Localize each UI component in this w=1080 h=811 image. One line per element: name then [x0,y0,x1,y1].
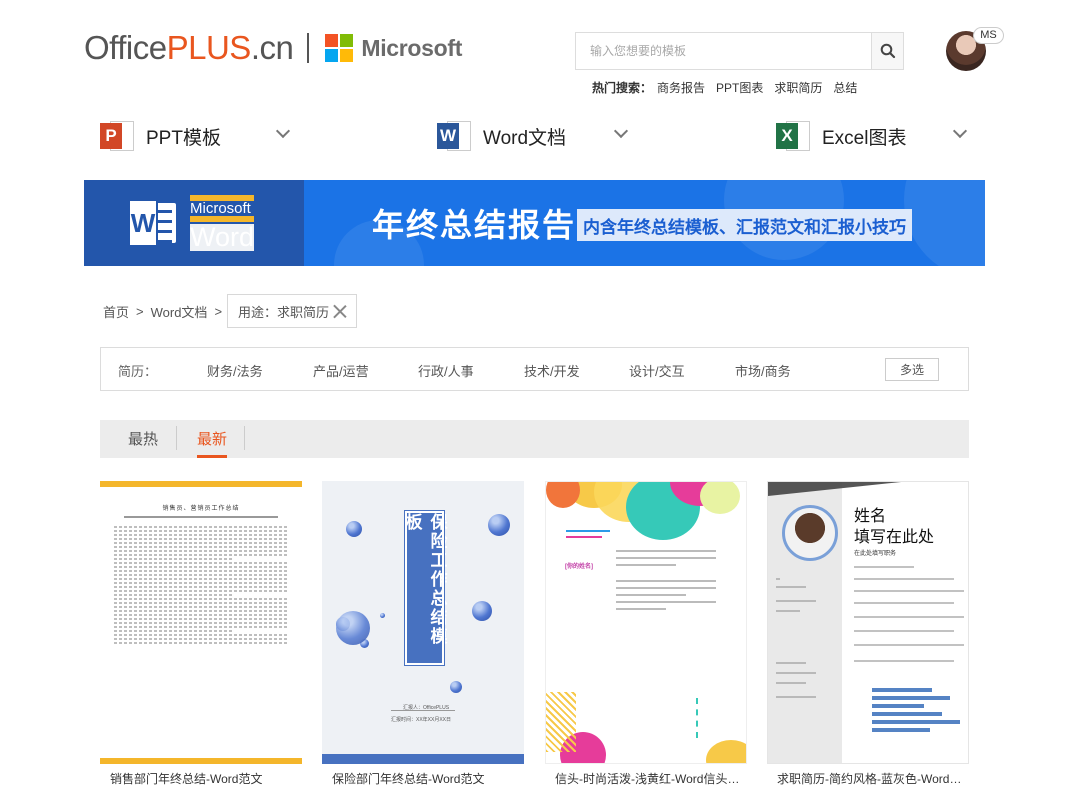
active-filter-tag: 用途：求职简历 [227,294,357,328]
hot-search-link[interactable]: 商务报告 [657,79,705,96]
filter-option[interactable]: 设计/交互 [629,361,685,380]
category-ppt[interactable]: P PPT模板 [100,118,221,154]
banner-subtitle: 内含年终总结模板、汇报范文和汇报小技巧 [577,209,912,241]
thumbnail-photo [782,505,838,561]
banner-microsoft-text: Microsoft [190,195,255,222]
chevron-down-icon[interactable] [952,123,968,139]
thumbnail-heading: 销售员、营销员工作总结 [162,506,240,512]
banner-title: 年终总结报告 [372,207,577,243]
template-title[interactable]: 销售部门年终总结-Word范文 [100,770,302,787]
search-icon [880,43,895,59]
search-input[interactable] [576,33,871,69]
logo-microsoft-text: Microsoft [361,34,463,61]
template-thumbnail[interactable]: [你的姓名] [545,481,747,764]
thumbnail-date: 汇报时间：XX年XX月XX日 [391,717,452,723]
thumbnail-subtitle: 在此处填写职务 [854,551,897,557]
close-icon[interactable] [333,304,347,318]
category-nav: P PPT模板 W Word文档 X Excel图表 [0,110,1080,162]
category-label: PPT模板 [146,127,221,149]
tab-divider [176,426,177,450]
hot-search-label: 热门搜索： [592,81,653,95]
category-label: Word文档 [483,127,567,149]
excel-icon: X [776,119,810,153]
thumbnail-name: 姓名 填写在此处 [854,508,935,546]
banner-word-brand: W Microsoft Word [84,180,304,266]
tab-new[interactable]: 最新 [197,428,227,449]
template-card[interactable]: 销售员、营销员工作总结 销售部门年终总结-Word范文 [100,481,302,787]
banner-word-text: Word [190,222,255,252]
hot-search-link[interactable]: 总结 [833,79,857,96]
template-thumbnail[interactable]: 姓名 填写在此处 在此处填写职务 [767,481,969,764]
active-filter-label: 用途：求职简历 [238,304,330,320]
thumbnail-name: [你的姓名] [565,564,593,570]
template-title[interactable]: 保险部门年终总结-Word范文 [322,770,524,787]
filter-option[interactable]: 产品/运营 [313,361,369,380]
hot-search-link[interactable]: PPT图表 [716,79,763,96]
breadcrumb-separator: > [136,303,144,319]
logo-cn-text: .cn [250,29,294,66]
category-label: Excel图表 [822,127,907,149]
thumbnail-reporter: 汇报人：OfficePLUS [403,705,450,711]
account-badge[interactable]: MS [973,27,1004,44]
logo-divider [307,33,310,63]
template-thumbnail[interactable]: 保险工作总结模板 汇报人：OfficePLUS 汇报时间：XX年XX月XX日 [322,481,524,764]
chevron-down-icon[interactable] [613,123,629,139]
filter-option[interactable]: 行政/人事 [418,361,474,380]
search-button[interactable] [871,33,903,69]
filter-option[interactable]: 市场/商务 [735,361,791,380]
powerpoint-icon: P [100,119,134,153]
word-icon: W [128,199,180,247]
search-box [575,32,904,70]
template-card[interactable]: [你的姓名] 信头-时尚活泼-浅黄红-Word信头模板 [545,481,747,787]
template-card[interactable]: 姓名 填写在此处 在此处填写职务 求职简历-简约风格-蓝灰色-Word简历 [767,481,969,787]
site-logo[interactable]: Office PLUS .cn Microsoft [84,28,462,68]
filter-option[interactable]: 技术/开发 [524,361,580,380]
breadcrumb-separator: > [214,303,223,319]
hot-search-link[interactable]: 求职简历 [774,79,822,96]
tab-hot[interactable]: 最热 [128,428,158,449]
template-title[interactable]: 信头-时尚活泼-浅黄红-Word信头模板 [545,770,747,787]
template-card[interactable]: 保险工作总结模板 汇报人：OfficePLUS 汇报时间：XX年XX月XX日 保… [322,481,524,787]
chevron-down-icon[interactable] [275,123,291,139]
template-thumbnail[interactable]: 销售员、营销员工作总结 [100,481,302,764]
breadcrumb-section[interactable]: Word文档 [151,302,208,321]
promo-banner[interactable]: W Microsoft Word 年终总结报告 内含年终总结模板、汇报范文和汇报… [84,180,985,266]
breadcrumb: 首页 > Word文档 > [103,295,229,327]
hot-search: 热门搜索： 商务报告 PPT图表 求职简历 总结 [592,79,857,96]
thumbnail-info: 汇报人：OfficePLUS 汇报时间：XX年XX月XX日 [391,703,451,725]
sort-tabs: 最热 最新 [100,420,969,458]
logo-plus-text: PLUS [166,29,252,66]
tab-divider [244,426,245,450]
site-header: OfficePLUS.cn Microsoft 热门搜索： 商务报告 PPT图表… [0,0,1080,100]
category-excel[interactable]: X Excel图表 [776,118,906,154]
word-icon: W [437,119,471,153]
multi-select-button[interactable]: 多选 [885,358,939,381]
filter-bar: 简历： 财务/法务 产品/运营 行政/人事 技术/开发 设计/交互 市场/商务 … [100,347,969,391]
filter-label: 简历： [118,364,158,379]
microsoft-logo-icon [325,34,354,62]
logo-office-text: Office [84,29,167,66]
active-tab-indicator [197,455,227,458]
thumbnail-heading: 保险工作总结模板 [403,510,447,666]
breadcrumb-home[interactable]: 首页 [103,302,129,321]
filter-option[interactable]: 财务/法务 [207,361,263,380]
template-title[interactable]: 求职简历-简约风格-蓝灰色-Word简历 [767,770,969,787]
category-word[interactable]: W Word文档 [437,118,566,154]
